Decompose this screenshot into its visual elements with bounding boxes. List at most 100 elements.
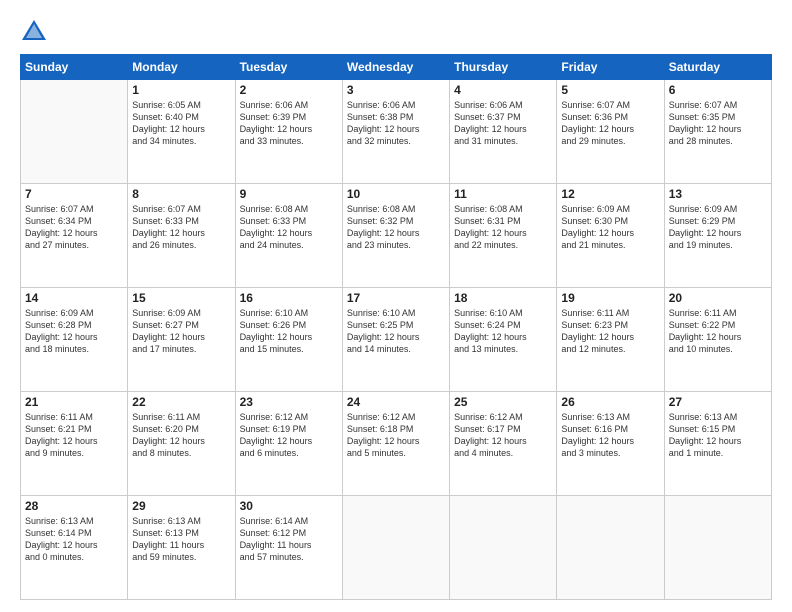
calendar-cell: 5 Sunrise: 6:07 AM Sunset: 6:36 PM Daylig… <box>557 80 664 184</box>
calendar-cell <box>450 496 557 600</box>
day-info: Sunrise: 6:06 AM Sunset: 6:37 PM Dayligh… <box>454 99 552 148</box>
day-number: 26 <box>561 395 659 409</box>
day-number: 21 <box>25 395 123 409</box>
calendar-week-row: 1Sunrise: 6:05 AM Sunset: 6:40 PM Daylig… <box>21 80 772 184</box>
day-number: 15 <box>132 291 230 305</box>
day-info: Sunrise: 6:08 AM Sunset: 6:33 PM Dayligh… <box>240 203 338 252</box>
day-number: 5 <box>561 83 659 97</box>
calendar-cell: 26 Sunrise: 6:13 AM Sunset: 6:16 PM Dayli… <box>557 392 664 496</box>
weekday-header-row: SundayMondayTuesdayWednesdayThursdayFrid… <box>21 55 772 80</box>
day-number: 10 <box>347 187 445 201</box>
header <box>20 18 772 46</box>
weekday-header: Monday <box>128 55 235 80</box>
weekday-header: Sunday <box>21 55 128 80</box>
calendar-cell: 3 Sunrise: 6:06 AM Sunset: 6:38 PM Daylig… <box>342 80 449 184</box>
calendar-cell <box>664 496 771 600</box>
day-info: Sunrise: 6:06 AM Sunset: 6:38 PM Dayligh… <box>347 99 445 148</box>
calendar-cell: 19 Sunrise: 6:11 AM Sunset: 6:23 PM Dayli… <box>557 288 664 392</box>
day-info: Sunrise: 6:09 AM Sunset: 6:30 PM Dayligh… <box>561 203 659 252</box>
day-info: Sunrise: 6:07 AM Sunset: 6:35 PM Dayligh… <box>669 99 767 148</box>
calendar-cell: 25Sunrise: 6:12 AM Sunset: 6:17 PM Dayli… <box>450 392 557 496</box>
day-info: Sunrise: 6:10 AM Sunset: 6:25 PM Dayligh… <box>347 307 445 356</box>
day-info: Sunrise: 6:07 AM Sunset: 6:33 PM Dayligh… <box>132 203 230 252</box>
calendar-cell: 11 Sunrise: 6:08 AM Sunset: 6:31 PM Dayli… <box>450 184 557 288</box>
day-info: Sunrise: 6:11 AM Sunset: 6:23 PM Dayligh… <box>561 307 659 356</box>
weekday-header: Tuesday <box>235 55 342 80</box>
calendar-cell: 8 Sunrise: 6:07 AM Sunset: 6:33 PM Daylig… <box>128 184 235 288</box>
calendar-cell: 29 Sunrise: 6:13 AM Sunset: 6:13 PM Dayli… <box>128 496 235 600</box>
calendar-table: SundayMondayTuesdayWednesdayThursdayFrid… <box>20 54 772 600</box>
logo-icon <box>20 18 48 46</box>
calendar-cell: 17 Sunrise: 6:10 AM Sunset: 6:25 PM Dayli… <box>342 288 449 392</box>
calendar-cell: 6 Sunrise: 6:07 AM Sunset: 6:35 PM Daylig… <box>664 80 771 184</box>
day-info: Sunrise: 6:09 AM Sunset: 6:28 PM Dayligh… <box>25 307 123 356</box>
day-info: Sunrise: 6:12 AM Sunset: 6:18 PM Dayligh… <box>347 411 445 460</box>
day-info: Sunrise: 6:05 AM Sunset: 6:40 PM Dayligh… <box>132 99 230 148</box>
day-info: Sunrise: 6:14 AM Sunset: 6:12 PM Dayligh… <box>240 515 338 564</box>
calendar-cell: 4 Sunrise: 6:06 AM Sunset: 6:37 PM Daylig… <box>450 80 557 184</box>
calendar-week-row: 14 Sunrise: 6:09 AM Sunset: 6:28 PM Dayli… <box>21 288 772 392</box>
weekday-header: Wednesday <box>342 55 449 80</box>
day-info: Sunrise: 6:12 AM Sunset: 6:19 PM Dayligh… <box>240 411 338 460</box>
day-info: Sunrise: 6:13 AM Sunset: 6:15 PM Dayligh… <box>669 411 767 460</box>
day-info: Sunrise: 6:08 AM Sunset: 6:31 PM Dayligh… <box>454 203 552 252</box>
day-number: 30 <box>240 499 338 513</box>
calendar-cell: 28 Sunrise: 6:13 AM Sunset: 6:14 PM Dayli… <box>21 496 128 600</box>
day-number: 13 <box>669 187 767 201</box>
day-number: 14 <box>25 291 123 305</box>
weekday-header: Thursday <box>450 55 557 80</box>
day-number: 18 <box>454 291 552 305</box>
calendar-cell: 13 Sunrise: 6:09 AM Sunset: 6:29 PM Dayli… <box>664 184 771 288</box>
calendar-cell: 16 Sunrise: 6:10 AM Sunset: 6:26 PM Dayli… <box>235 288 342 392</box>
day-info: Sunrise: 6:10 AM Sunset: 6:24 PM Dayligh… <box>454 307 552 356</box>
weekday-header: Friday <box>557 55 664 80</box>
calendar-cell: 9 Sunrise: 6:08 AM Sunset: 6:33 PM Daylig… <box>235 184 342 288</box>
calendar-cell: 15 Sunrise: 6:09 AM Sunset: 6:27 PM Dayli… <box>128 288 235 392</box>
day-number: 6 <box>669 83 767 97</box>
day-number: 17 <box>347 291 445 305</box>
day-info: Sunrise: 6:11 AM Sunset: 6:22 PM Dayligh… <box>669 307 767 356</box>
day-number: 4 <box>454 83 552 97</box>
calendar-cell: 14 Sunrise: 6:09 AM Sunset: 6:28 PM Dayli… <box>21 288 128 392</box>
day-info: Sunrise: 6:11 AM Sunset: 6:20 PM Dayligh… <box>132 411 230 460</box>
calendar-cell <box>21 80 128 184</box>
day-number: 23 <box>240 395 338 409</box>
day-number: 12 <box>561 187 659 201</box>
day-info: Sunrise: 6:07 AM Sunset: 6:36 PM Dayligh… <box>561 99 659 148</box>
day-info: Sunrise: 6:09 AM Sunset: 6:29 PM Dayligh… <box>669 203 767 252</box>
calendar-cell: 7 Sunrise: 6:07 AM Sunset: 6:34 PM Daylig… <box>21 184 128 288</box>
day-info: Sunrise: 6:13 AM Sunset: 6:13 PM Dayligh… <box>132 515 230 564</box>
day-number: 20 <box>669 291 767 305</box>
day-number: 22 <box>132 395 230 409</box>
day-number: 16 <box>240 291 338 305</box>
day-info: Sunrise: 6:11 AM Sunset: 6:21 PM Dayligh… <box>25 411 123 460</box>
day-info: Sunrise: 6:09 AM Sunset: 6:27 PM Dayligh… <box>132 307 230 356</box>
page: SundayMondayTuesdayWednesdayThursdayFrid… <box>0 0 792 612</box>
day-number: 9 <box>240 187 338 201</box>
day-number: 19 <box>561 291 659 305</box>
calendar-cell <box>342 496 449 600</box>
calendar-cell: 1Sunrise: 6:05 AM Sunset: 6:40 PM Daylig… <box>128 80 235 184</box>
day-number: 24 <box>347 395 445 409</box>
day-number: 7 <box>25 187 123 201</box>
calendar-cell: 20 Sunrise: 6:11 AM Sunset: 6:22 PM Dayli… <box>664 288 771 392</box>
calendar-cell: 10Sunrise: 6:08 AM Sunset: 6:32 PM Dayli… <box>342 184 449 288</box>
day-number: 28 <box>25 499 123 513</box>
calendar-cell: 22 Sunrise: 6:11 AM Sunset: 6:20 PM Dayli… <box>128 392 235 496</box>
calendar-cell: 27 Sunrise: 6:13 AM Sunset: 6:15 PM Dayli… <box>664 392 771 496</box>
day-info: Sunrise: 6:13 AM Sunset: 6:16 PM Dayligh… <box>561 411 659 460</box>
day-number: 11 <box>454 187 552 201</box>
day-info: Sunrise: 6:13 AM Sunset: 6:14 PM Dayligh… <box>25 515 123 564</box>
calendar-cell: 23 Sunrise: 6:12 AM Sunset: 6:19 PM Dayli… <box>235 392 342 496</box>
day-number: 29 <box>132 499 230 513</box>
calendar-week-row: 7 Sunrise: 6:07 AM Sunset: 6:34 PM Daylig… <box>21 184 772 288</box>
day-number: 8 <box>132 187 230 201</box>
day-number: 27 <box>669 395 767 409</box>
day-info: Sunrise: 6:10 AM Sunset: 6:26 PM Dayligh… <box>240 307 338 356</box>
calendar-week-row: 21 Sunrise: 6:11 AM Sunset: 6:21 PM Dayli… <box>21 392 772 496</box>
day-number: 3 <box>347 83 445 97</box>
calendar-cell: 18 Sunrise: 6:10 AM Sunset: 6:24 PM Dayli… <box>450 288 557 392</box>
calendar-cell <box>557 496 664 600</box>
day-number: 2 <box>240 83 338 97</box>
day-info: Sunrise: 6:07 AM Sunset: 6:34 PM Dayligh… <box>25 203 123 252</box>
